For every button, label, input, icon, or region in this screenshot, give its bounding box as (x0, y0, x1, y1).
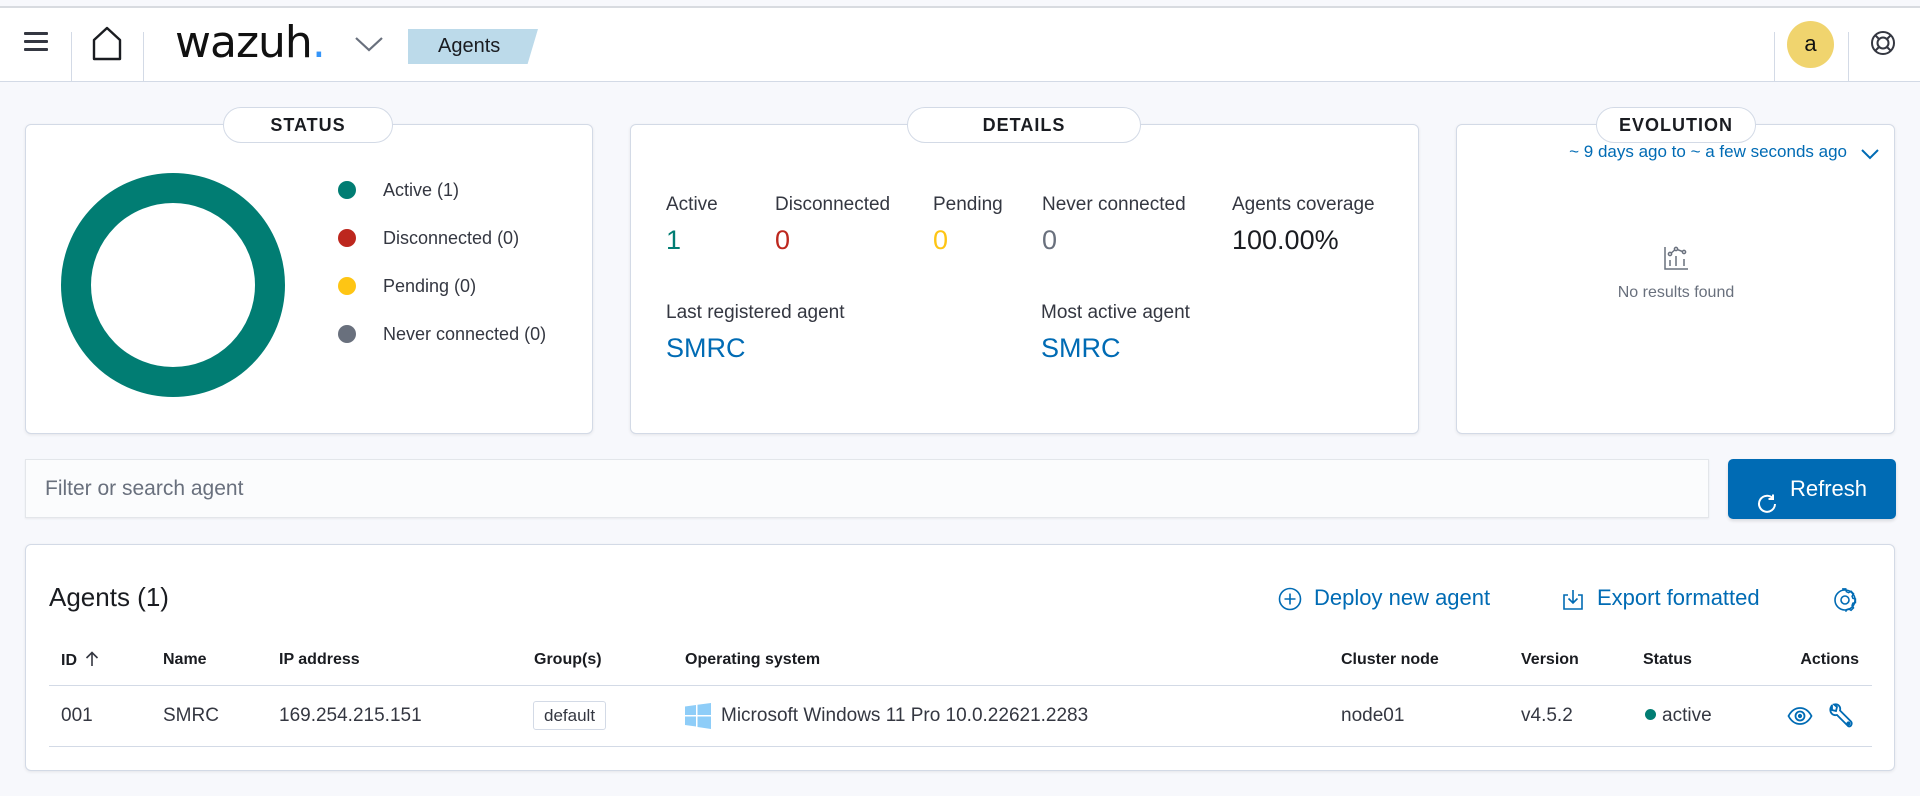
refresh-button[interactable]: Refresh (1728, 459, 1896, 519)
legend-dot (338, 181, 356, 199)
column-header-groups[interactable]: Group(s) (534, 651, 602, 669)
stat-label-agents-coverage: Agents coverage (1232, 194, 1375, 215)
agent-search-box[interactable] (25, 459, 1709, 518)
chevron-down-icon[interactable] (1860, 147, 1880, 161)
breadcrumb-agents[interactable]: Agents (408, 29, 538, 64)
header-divider (1848, 32, 1849, 81)
plus-circle-icon (1278, 587, 1302, 611)
stat-value-active[interactable]: 1 (666, 225, 681, 256)
stat-label-active: Active (666, 194, 718, 215)
details-panel (630, 124, 1419, 434)
stat-label-disconnected: Disconnected (775, 194, 891, 215)
agents-table-title: Agents (1) (49, 582, 169, 612)
column-header-label: ID (61, 652, 77, 669)
stat-value-agents-coverage: 100.00% (1232, 225, 1339, 255)
help-lifebuoy-icon[interactable] (1870, 30, 1896, 56)
stat-value-pending[interactable]: 0 (933, 225, 948, 256)
stat-value-never-connected[interactable]: 0 (1042, 225, 1057, 256)
legend-label: Pending (0) (383, 276, 477, 296)
cell-id: 001 (61, 705, 93, 726)
cell-cluster-node: node01 (1341, 705, 1405, 726)
refresh-icon (1756, 478, 1778, 513)
legend-dot (338, 325, 356, 343)
agent-search-input[interactable] (45, 477, 1708, 501)
logo-text: wazuh (175, 17, 313, 68)
cell-operating-system: Microsoft Windows 11 Pro 10.0.22621.2283 (721, 705, 1089, 726)
status-donut-chart (61, 173, 285, 397)
evolution-time-range[interactable]: ~ 9 days ago to ~ a few seconds ago (1569, 142, 1847, 162)
column-header-status[interactable]: Status (1643, 651, 1692, 669)
column-header-cluster-node[interactable]: Cluster node (1341, 651, 1439, 669)
header-divider (143, 32, 144, 81)
stat-label-pending: Pending (933, 194, 1003, 215)
status-label: active (1662, 705, 1712, 726)
configure-agent-wrench-icon[interactable] (1828, 703, 1854, 729)
legend-label: Never connected (0) (383, 324, 547, 344)
export-formatted-label: Export formatted (1597, 585, 1760, 610)
header-divider (1774, 32, 1775, 81)
column-header-actions: Actions (1800, 651, 1859, 668)
column-header-version[interactable]: Version (1521, 651, 1579, 669)
stat-value-disconnected[interactable]: 0 (775, 225, 790, 256)
header-divider (71, 32, 72, 81)
cell-status: active (1645, 705, 1712, 727)
cell-version: v4.5.2 (1521, 705, 1573, 726)
most-active-agent-label: Most active agent (1041, 302, 1190, 323)
view-agent-eye-icon[interactable] (1787, 703, 1813, 729)
column-header-id[interactable]: ID (61, 651, 99, 670)
most-active-agent-link[interactable]: SMRC (1041, 333, 1121, 364)
evolution-panel (1456, 124, 1895, 434)
no-results-message: No results found (1617, 284, 1735, 301)
legend-dot (338, 277, 356, 295)
user-avatar[interactable]: a (1787, 21, 1834, 68)
home-icon[interactable] (90, 26, 124, 62)
wazuh-logo[interactable]: wazuh. (175, 17, 326, 68)
legend-label: Disconnected (0) (383, 228, 520, 248)
column-header-operating-system[interactable]: Operating system (685, 651, 820, 669)
table-row-divider (49, 746, 1872, 747)
export-download-icon (1561, 587, 1585, 611)
windows-icon (685, 703, 711, 729)
column-header-name[interactable]: Name (163, 651, 207, 669)
cell-name: SMRC (163, 705, 219, 726)
chart-empty-icon (1662, 244, 1690, 272)
gear-icon[interactable] (1832, 587, 1858, 613)
column-header-ip-address[interactable]: IP address (279, 651, 360, 669)
chevron-down-icon[interactable] (352, 34, 386, 54)
group-badge[interactable]: default (533, 701, 607, 730)
stat-label-never-connected: Never connected (1042, 194, 1186, 215)
cell-ip-address: 169.254.215.151 (279, 705, 422, 726)
refresh-label: Refresh (1790, 476, 1868, 501)
deploy-new-agent-label: Deploy new agent (1314, 585, 1491, 610)
status-dot (1645, 709, 1656, 720)
status-panel-title: STATUS (223, 107, 393, 143)
donut-slice-active[interactable] (61, 173, 285, 397)
sort-ascending-icon[interactable] (85, 651, 99, 667)
last-registered-agent-label: Last registered agent (666, 302, 845, 323)
legend-dot (338, 229, 356, 247)
hamburger-menu-icon[interactable] (24, 32, 48, 52)
legend-label: Active (1) (383, 180, 460, 200)
evolution-panel-title: EVOLUTION (1596, 107, 1756, 143)
logo-dot: . (311, 17, 326, 68)
details-panel-title: DETAILS (907, 107, 1141, 143)
last-registered-agent-link[interactable]: SMRC (666, 333, 746, 364)
